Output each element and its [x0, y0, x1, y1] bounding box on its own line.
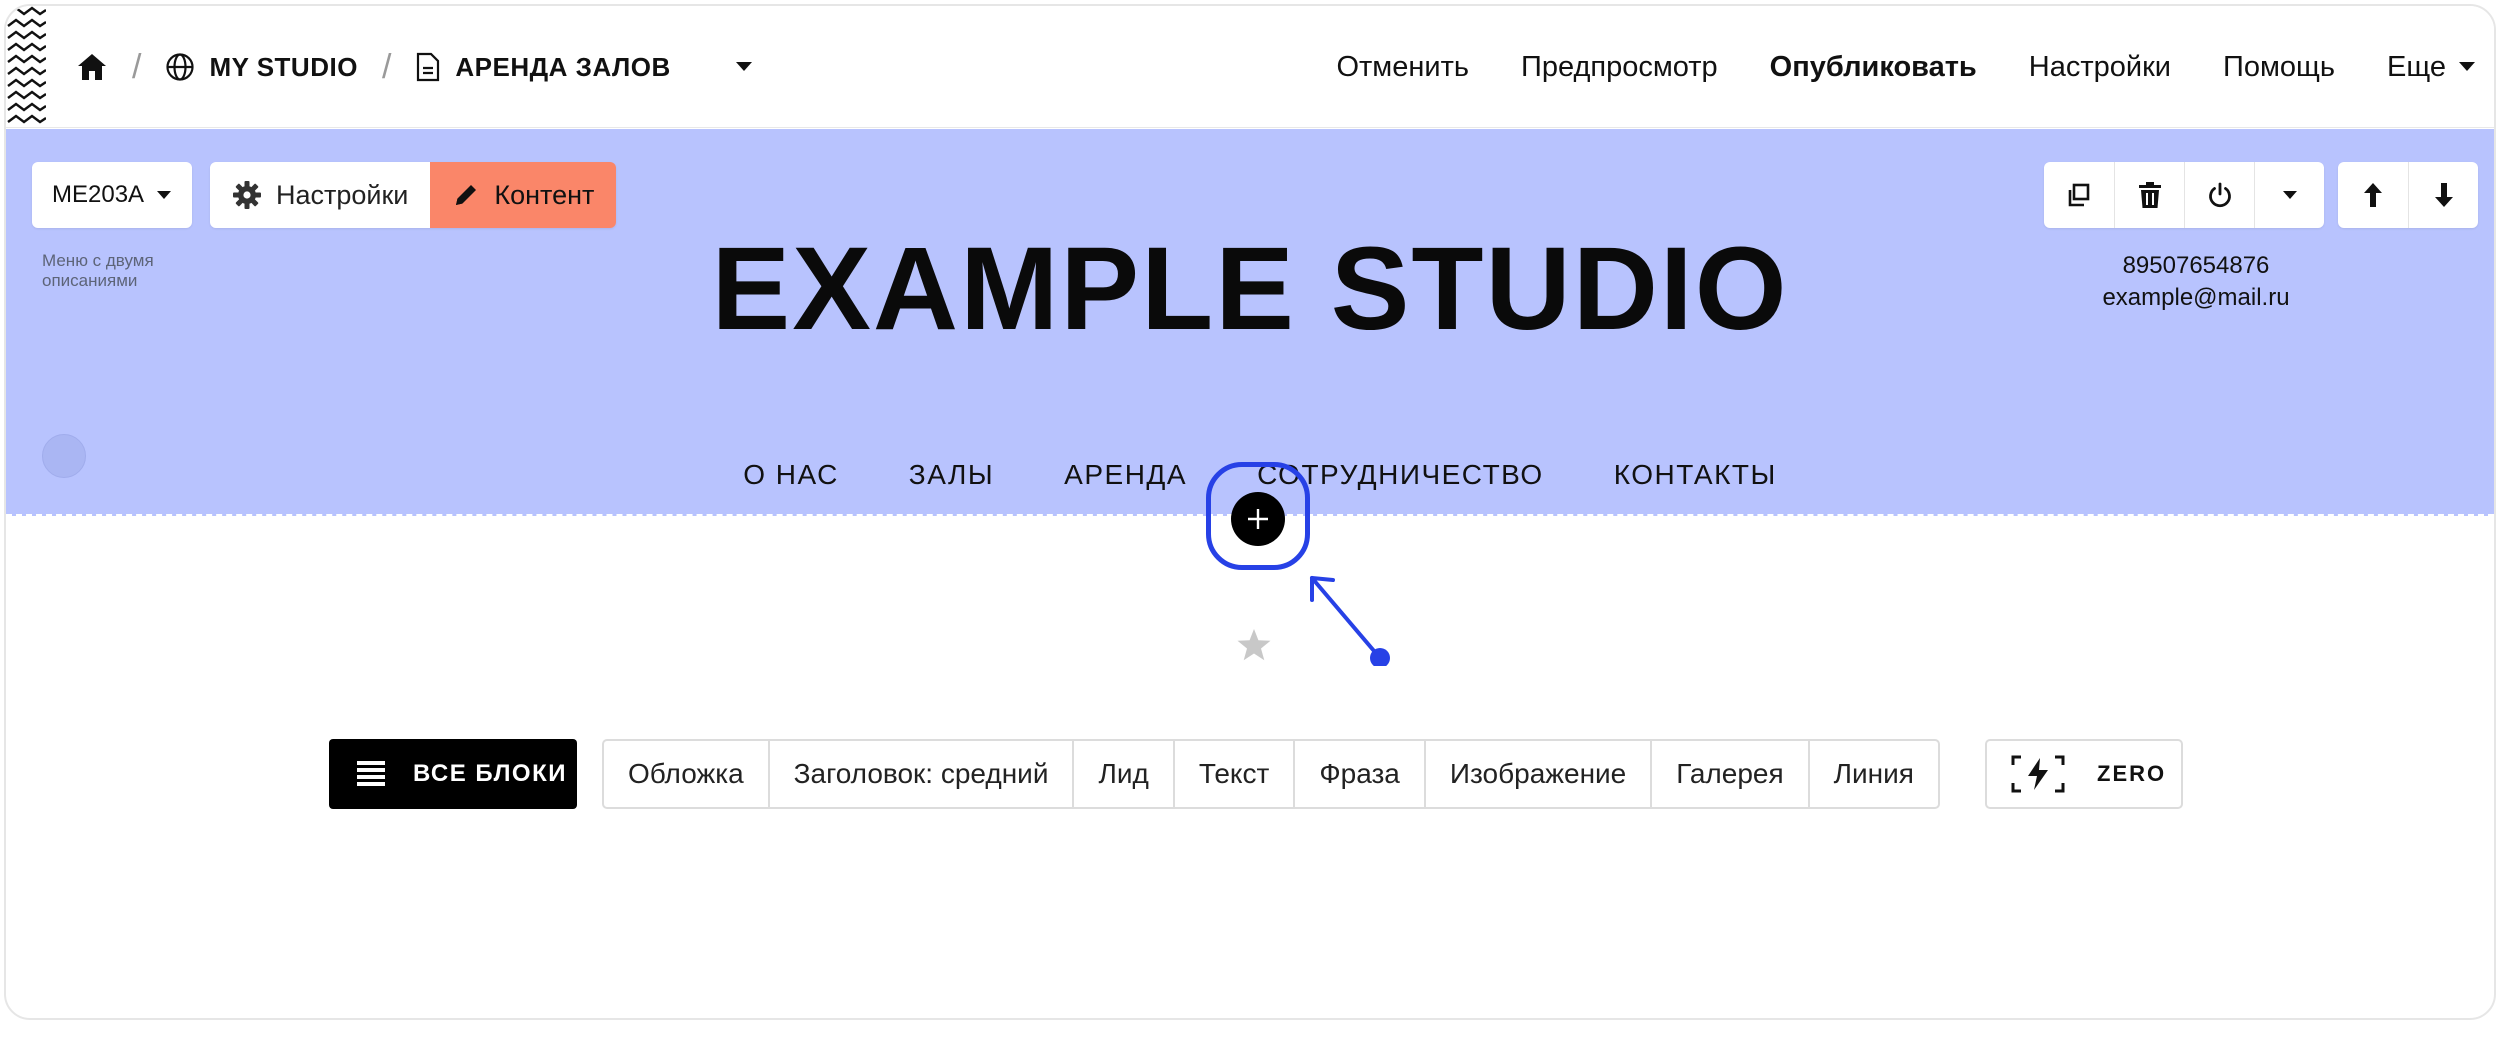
block-actions-group [2044, 162, 2324, 228]
publish-button[interactable]: Опубликовать [1770, 51, 1977, 84]
block-type-button[interactable]: Заголовок: средний [767, 741, 1073, 807]
arrow-down-icon [2434, 183, 2453, 207]
block-type-button[interactable]: Обложка [604, 741, 768, 807]
all-blocks-label: ВСЕ БЛОКИ [413, 760, 567, 787]
preview-button[interactable]: Предпросмотр [1521, 51, 1718, 84]
favorite-star-icon[interactable] [1236, 628, 1272, 662]
block-code-label: ME203A [52, 181, 145, 208]
duplicate-block-button[interactable] [2044, 162, 2114, 228]
block-move-group [2338, 162, 2478, 228]
site-menu-item[interactable]: ЗАЛЫ [909, 459, 994, 491]
globe-icon [166, 53, 195, 81]
page-dropdown-chevron-down-icon[interactable] [735, 61, 753, 73]
block-code-dropdown[interactable]: ME203A [32, 162, 193, 228]
site-phone: 89507654876 [2122, 252, 2270, 279]
zigzag-decoration-icon [7, 6, 46, 124]
breadcrumb-site[interactable]: MY STUDIO [165, 52, 357, 83]
editor-frame: / MY STUDIO / АРЕНДА ЗАЛОВ Отменить Пред… [4, 4, 2496, 1020]
block-type-button[interactable]: Фраза [1293, 741, 1424, 807]
block-type-button[interactable]: Галерея [1650, 741, 1807, 807]
site-contacts: 89507654876 example@mail.ru [2046, 250, 2346, 314]
breadcrumb-home[interactable] [76, 52, 108, 82]
site-menu-item[interactable]: КОНТАКТЫ [1614, 459, 1777, 491]
block-more-dropdown[interactable] [2254, 162, 2324, 228]
breadcrumb-site-label: MY STUDIO [209, 51, 358, 82]
site-email: example@mail.ru [2102, 284, 2290, 311]
block-mode-switch: Настройки Контент [210, 162, 617, 228]
toggle-block-visibility-button[interactable] [2184, 162, 2254, 228]
power-icon [2208, 182, 2231, 208]
block-type-button[interactable]: Линия [1807, 741, 1938, 807]
chevron-down-icon [2282, 191, 2297, 199]
site-menu-item[interactable]: О НАС [743, 459, 839, 491]
undo-button[interactable]: Отменить [1336, 51, 1469, 84]
block-settings-label: Настройки [276, 179, 409, 210]
document-icon [417, 52, 440, 82]
block-settings-button[interactable]: Настройки [210, 162, 431, 228]
block-type-shortcuts: Обложка Заголовок: средний Лид Текст Фра… [602, 739, 1940, 809]
settings-button[interactable]: Настройки [2029, 51, 2171, 84]
block-type-button[interactable]: Изображение [1423, 741, 1650, 807]
top-nav: Отменить Предпросмотр Опубликовать Настр… [1284, 6, 2476, 128]
chevron-down-icon [2459, 62, 2475, 71]
trash-icon [2138, 182, 2161, 208]
block-type-button[interactable]: Текст [1172, 741, 1294, 807]
breadcrumb-page-label: АРЕНДА ЗАЛОВ [455, 51, 671, 82]
block-type-button[interactable]: Лид [1072, 741, 1172, 807]
add-block-button[interactable] [1231, 492, 1285, 546]
breadcrumb: / MY STUDIO / АРЕНДА ЗАЛОВ [76, 6, 753, 128]
menu-block: ME203A Настройки Контент Меню с двумя оп… [6, 129, 2494, 516]
site-menu-item[interactable]: АРЕНДА [1064, 459, 1187, 491]
breadcrumb-separator: / [381, 47, 392, 86]
home-icon [78, 54, 106, 80]
all-blocks-button[interactable]: ВСЕ БЛОКИ [329, 739, 577, 809]
block-content-label: Контент [494, 179, 595, 210]
duplicate-icon [2068, 183, 2090, 207]
move-block-down-button[interactable] [2408, 162, 2478, 228]
zero-block-label: ZERO [2097, 761, 2167, 786]
breadcrumb-page[interactable]: АРЕНДА ЗАЛОВ [415, 52, 670, 83]
chevron-down-icon [157, 191, 172, 199]
list-icon [357, 761, 385, 786]
lightning-frame-icon [2011, 755, 2065, 793]
more-menu-label: Еще [2386, 50, 2446, 83]
block-toolbar [2044, 162, 2478, 228]
breadcrumb-separator: / [132, 47, 142, 86]
block-content-button[interactable]: Контент [430, 162, 617, 228]
gear-icon [233, 181, 261, 209]
plus-icon [1248, 509, 1268, 529]
move-block-up-button[interactable] [2338, 162, 2408, 228]
zero-block-button[interactable]: ZERO [1985, 739, 2183, 809]
help-button[interactable]: Помощь [2223, 51, 2335, 84]
pencil-icon [456, 185, 477, 205]
top-bar: / MY STUDIO / АРЕНДА ЗАЛОВ Отменить Пред… [6, 6, 2494, 128]
arrow-up-icon [2364, 183, 2382, 207]
delete-block-button[interactable] [2114, 162, 2184, 228]
pointer-arrow-icon [1310, 576, 1390, 666]
more-menu[interactable]: Еще [2387, 51, 2476, 84]
